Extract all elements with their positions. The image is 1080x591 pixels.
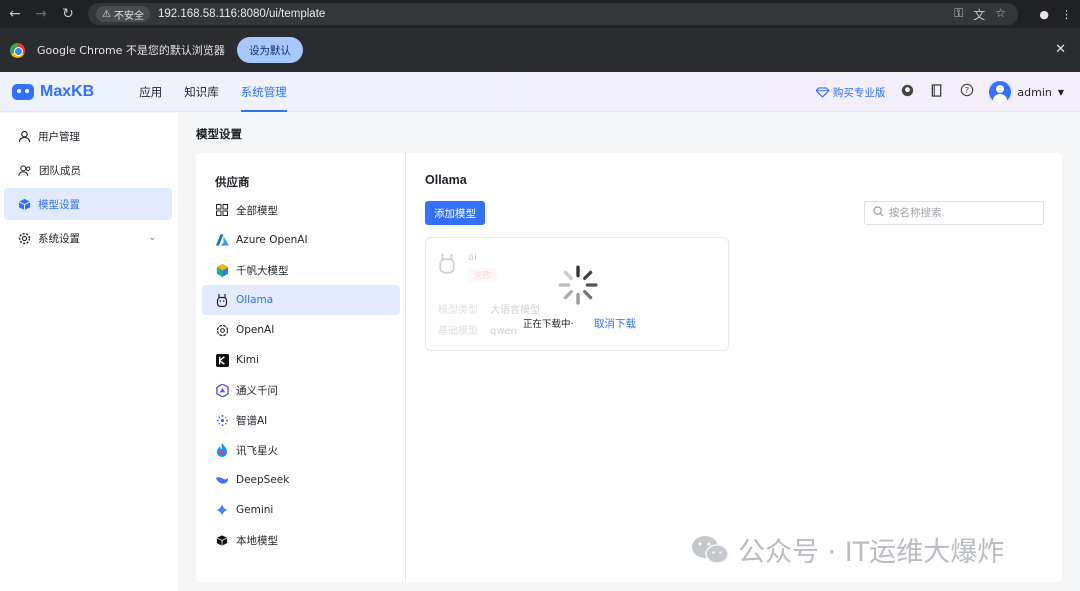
chrome-logo-icon	[10, 42, 25, 58]
provider-item-qianfan[interactable]: 千帆大模型	[202, 255, 400, 285]
avatar	[989, 81, 1012, 103]
help-icon[interactable]: ?	[959, 83, 975, 101]
user-icon	[18, 130, 31, 142]
search-icon	[873, 206, 884, 220]
model-name: ai	[468, 252, 477, 263]
page-title: 模型设置	[196, 127, 242, 141]
add-model-button[interactable]: 添加模型	[425, 201, 485, 225]
chevron-down-icon: ⌄	[148, 233, 156, 243]
sidebar-item-model-settings[interactable]: 模型设置	[4, 188, 172, 220]
llama-icon	[215, 293, 229, 307]
zhipu-icon	[215, 413, 229, 427]
app-header: MaxKB 应用 知识库 系统管理 购买专业版 ? admin ▼	[0, 72, 1080, 112]
diamond-icon	[815, 86, 829, 98]
provider-item-deepseek[interactable]: DeepSeek	[202, 465, 400, 495]
search-input[interactable]	[889, 207, 1039, 219]
provider-item-local[interactable]: 本地模型	[202, 525, 400, 555]
azure-icon	[215, 233, 229, 247]
provider-item-tongyi[interactable]: 通义千问	[202, 375, 400, 405]
key-icon[interactable]: ⚿	[954, 6, 963, 23]
model-card[interactable]: ai 失败 模型类型 大语言模型 基础模型 qwen 正在下载中· 取消下载	[425, 237, 729, 351]
maxkb-logo-icon	[12, 83, 34, 100]
llama-icon	[438, 252, 456, 279]
model-type-row: 模型类型 大语言模型	[438, 305, 540, 316]
provider-item-xunfei[interactable]: 讯飞星火	[202, 435, 400, 465]
security-badge[interactable]: ⚠ 不安全	[96, 6, 150, 22]
wechat-icon	[692, 535, 729, 564]
warning-icon: ⚠	[102, 8, 111, 20]
close-icon[interactable]: ✕	[1055, 42, 1066, 57]
user-menu[interactable]: admin ▼	[989, 81, 1064, 103]
translate-icon[interactable]: 文	[973, 6, 985, 23]
gear-icon	[18, 232, 31, 244]
gemini-icon	[215, 503, 229, 517]
provider-item-all[interactable]: 全部模型	[202, 195, 400, 225]
svg-text:?: ?	[965, 86, 969, 95]
caret-down-icon: ▼	[1057, 87, 1064, 97]
menu-icon[interactable]: ⋮	[1061, 8, 1072, 21]
provider-item-zhipu[interactable]: 智谱AI	[202, 405, 400, 435]
watermark: 公众号 · IT运维大爆炸	[690, 530, 1004, 569]
url-text: 192.168.58.116:8080/ui/template	[157, 8, 326, 20]
brand-logo[interactable]: MaxKB	[12, 83, 94, 101]
address-bar[interactable]: ⚠ 不安全 192.168.58.116:8080/ui/template ⚿ …	[88, 3, 1018, 25]
provider-item-azure[interactable]: Azure OpenAI	[202, 225, 400, 255]
nav-item-system[interactable]: 系统管理	[230, 72, 298, 112]
xunfei-icon	[215, 443, 229, 457]
sidebar: 用户管理 团队成员 模型设置 系统设置 ⌄	[0, 113, 178, 591]
nav-item-knowledge[interactable]: 知识库	[173, 72, 230, 112]
model-settings-panel: 供应商 全部模型 Azure OpenAI 千帆大模型 Ollama OpenA…	[196, 153, 1062, 582]
provider-item-gemini[interactable]: Gemini	[202, 495, 400, 525]
browser-toolbar: ← → ↻ ⚠ 不安全 192.168.58.116:8080/ui/templ…	[0, 0, 1080, 28]
deepseek-icon	[215, 473, 229, 487]
provider-heading: 供应商	[215, 175, 250, 189]
profile-icon[interactable]: ●	[1039, 8, 1049, 21]
openai-icon	[215, 323, 229, 337]
provider-item-kimi[interactable]: Kimi	[202, 345, 400, 375]
sidebar-item-users[interactable]: 用户管理	[4, 120, 172, 152]
reload-icon[interactable]: ↻	[55, 0, 81, 28]
qianfan-icon	[215, 263, 229, 277]
grid-icon	[215, 203, 229, 217]
set-default-button[interactable]: 设为默认	[236, 37, 303, 63]
back-icon[interactable]: ←	[2, 0, 28, 28]
sidebar-item-system-settings[interactable]: 系统设置 ⌄	[4, 222, 172, 254]
loading-spinner-icon	[558, 265, 598, 305]
github-icon[interactable]	[899, 84, 915, 101]
docs-icon[interactable]	[929, 83, 945, 101]
base-model-row: 基础模型 qwen	[438, 326, 518, 337]
provider-title: Ollama	[425, 173, 467, 187]
default-browser-infobar: Google Chrome 不是您的默认浏览器 设为默认 ✕	[0, 28, 1080, 72]
status-badge: 失败	[468, 268, 498, 282]
buy-pro-link[interactable]: 购买专业版	[815, 85, 885, 100]
search-box	[864, 201, 1044, 225]
tongyi-icon	[215, 383, 229, 397]
forward-icon[interactable]: →	[28, 0, 54, 28]
sidebar-item-team[interactable]: 团队成员	[4, 154, 172, 186]
kimi-icon	[215, 353, 229, 367]
cube-icon	[215, 533, 229, 547]
provider-item-ollama[interactable]: Ollama	[202, 285, 400, 315]
team-icon	[18, 164, 31, 176]
infobar-message: Google Chrome 不是您的默认浏览器	[37, 44, 225, 57]
provider-item-openai[interactable]: OpenAI	[202, 315, 400, 345]
cube-icon	[18, 198, 31, 210]
nav-item-apps[interactable]: 应用	[128, 72, 173, 112]
loading-text: 正在下载中·	[523, 319, 574, 330]
top-nav: 应用 知识库 系统管理	[128, 72, 298, 112]
model-area: Ollama 添加模型 ai 失败 模型类型大语言模型 基础模型qwen	[425, 153, 1062, 582]
provider-list: 供应商 全部模型 Azure OpenAI 千帆大模型 Ollama OpenA…	[196, 153, 406, 582]
cancel-download-link[interactable]: 取消下载	[594, 316, 636, 331]
star-icon[interactable]: ☆	[995, 6, 1006, 23]
